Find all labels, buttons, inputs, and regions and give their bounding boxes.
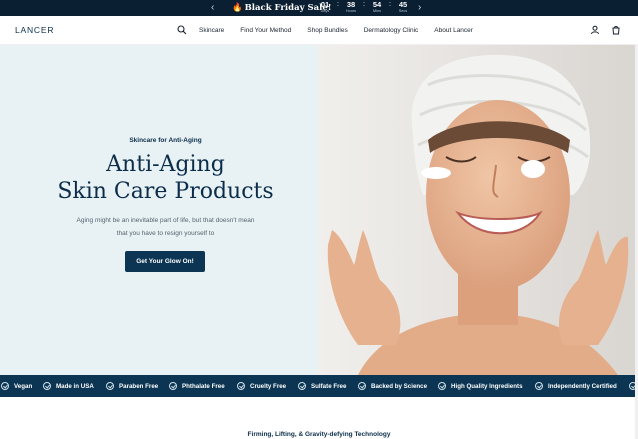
feature-paraben-free: Paraben Free [106, 375, 158, 397]
countdown-timer: 01 Days : 38 Hours : 54 Mins : 45 Secs [316, 1, 412, 14]
hero-subtitle-line1: Aging might be an inevitable part of lif… [76, 217, 255, 224]
account-icon[interactable] [590, 25, 600, 35]
nav-dermatology-clinic[interactable]: Dermatology Clinic [364, 26, 419, 35]
feature-vegan: Vegan [1, 375, 32, 397]
countdown-secs-value: 45 [398, 0, 408, 9]
feature-label: High Quality Ingredients [451, 382, 523, 390]
feature-phthalate-free: Phthalate Free [169, 375, 225, 397]
no-sulfate-icon [298, 382, 306, 390]
woman-with-towel-illustration [318, 45, 638, 375]
chevron-left-icon[interactable]: ‹ [211, 1, 214, 15]
countdown-secs: 45 Secs [394, 1, 412, 14]
countdown-hours-label: Hours [345, 9, 357, 13]
feature-label: Paraben Free [119, 382, 159, 390]
countdown-days-label: Days [320, 9, 330, 13]
feature-label: Independently Certified [548, 382, 617, 390]
no-paraben-icon [106, 382, 114, 390]
feature-label: Phthalate Free [182, 382, 225, 390]
site-header: LANCER Skincare Find Your Method Shop Bu… [0, 16, 638, 45]
hero-subtitle-line2: that you have to resign yourself to [116, 230, 215, 237]
flag-icon [43, 382, 51, 390]
features-strip: Vegan Made in USA Paraben Free Phthalate… [0, 375, 638, 397]
chevron-right-icon[interactable]: › [418, 1, 421, 15]
feature-cruelty-free: Cruelty Free [237, 375, 286, 397]
hero-text-panel: Skincare for Anti-Aging Anti-Aging Skin … [0, 45, 318, 375]
feature-high-quality-ingredients: High Quality Ingredients [438, 375, 523, 397]
section-title: Firming, Lifting, & Gravity-defying Tech… [247, 431, 391, 438]
nav-find-your-method[interactable]: Find Your Method [240, 26, 291, 35]
countdown-mins-value: 54 [372, 0, 382, 9]
main-nav: Skincare Find Your Method Shop Bundles D… [199, 26, 489, 35]
feature-label: Sulfate Free [311, 382, 347, 390]
countdown-separator: : [389, 1, 391, 8]
countdown-hours-value: 38 [346, 0, 356, 9]
logo[interactable]: LANCER [15, 25, 54, 35]
countdown-separator: : [363, 1, 365, 8]
feature-label: Backed by Science [371, 382, 428, 390]
hero-eyebrow: Skincare for Anti-Aging [129, 137, 202, 144]
nav-skincare[interactable]: Skincare [199, 26, 224, 35]
hero-subtitle: Aging might be an inevitable part of lif… [55, 214, 276, 240]
hero-image [318, 45, 638, 375]
hero-title-line2: Skin Care Products [57, 179, 274, 204]
feature-label: Made in USA [56, 382, 94, 390]
countdown-mins-label: Mins [372, 9, 382, 13]
hero-section: Skincare for Anti-Aging Anti-Aging Skin … [0, 45, 638, 375]
feature-made-in-usa: Made in USA [43, 375, 94, 397]
leaf-icon [1, 382, 9, 390]
countdown-secs-label: Secs [398, 9, 408, 13]
countdown-mins: 54 Mins [368, 1, 386, 14]
countdown-separator: : [337, 1, 339, 8]
feature-independently-certified: Independently Certified [535, 375, 617, 397]
no-phthalate-icon [169, 382, 177, 390]
nav-about-lancer[interactable]: About Lancer [434, 26, 473, 35]
feature-sulfate-free: Sulfate Free [298, 375, 346, 397]
feature-label: Vegan [14, 382, 33, 390]
technology-section: Firming, Lifting, & Gravity-defying Tech… [0, 397, 638, 439]
hero-title: Anti-Aging Skin Care Products [0, 151, 331, 205]
feature-label: Cruelty Free [250, 382, 287, 390]
bunny-icon [237, 382, 245, 390]
cart-icon[interactable] [611, 25, 621, 35]
announcement-bar: ‹ 🔥 Black Friday Sale! 01 Days : 38 Hours… [0, 0, 638, 16]
flask-icon [358, 382, 366, 390]
fire-icon: 🔥 [232, 3, 243, 13]
countdown-hours: 38 Hours [342, 1, 360, 14]
badge-icon [438, 382, 446, 390]
countdown-days-value: 01 [320, 0, 330, 9]
search-icon[interactable] [177, 25, 187, 35]
feature-backed-by-science: Backed by Science [358, 375, 427, 397]
hero-title-line1: Anti-Aging [106, 152, 225, 177]
countdown-days: 01 Days [316, 1, 334, 14]
nav-shop-bundles[interactable]: Shop Bundles [307, 26, 347, 35]
certified-icon [535, 382, 543, 390]
get-your-glow-on-button[interactable]: Get Your Glow On! [125, 251, 205, 272]
